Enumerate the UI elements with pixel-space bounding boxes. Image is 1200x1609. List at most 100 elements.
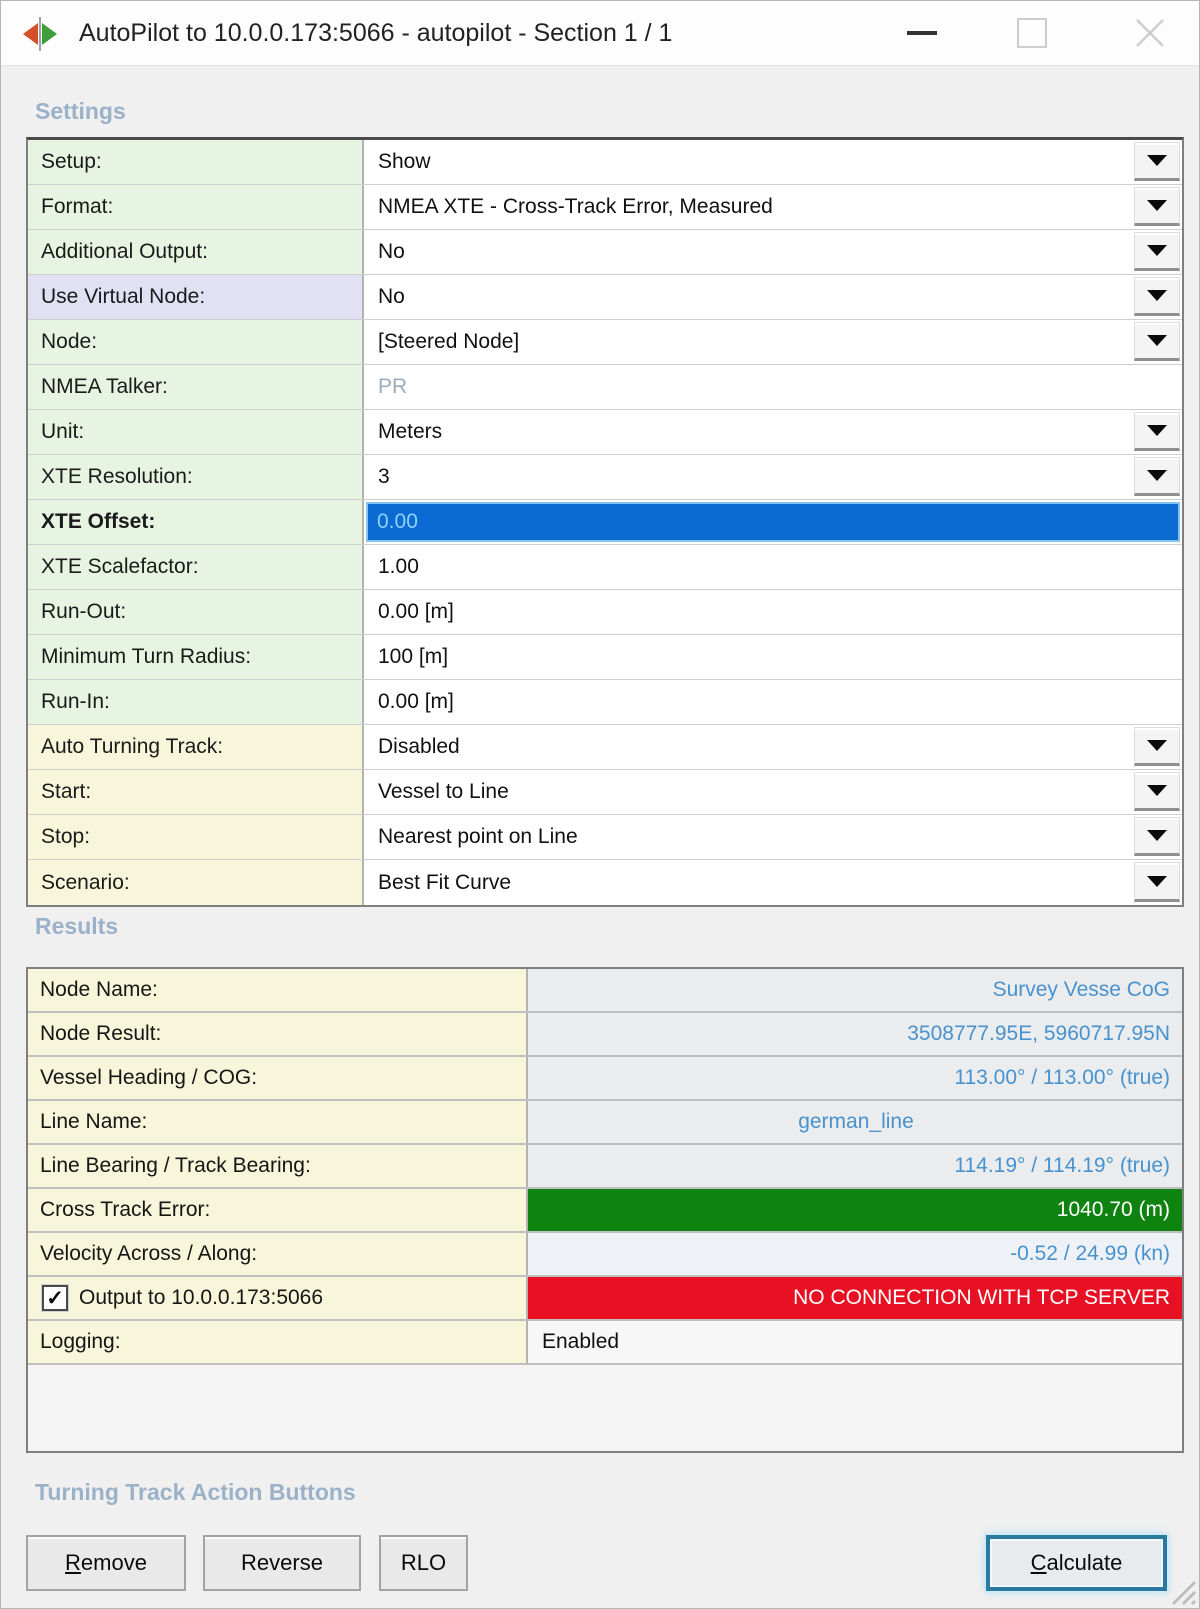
settings-value-text: Disabled [378, 735, 460, 758]
results-row-label: Node Name: [28, 969, 528, 1011]
chevron-down-icon [1147, 425, 1167, 436]
settings-row-label: Setup: [28, 140, 364, 184]
chevron-down-icon [1147, 470, 1167, 481]
chevron-down-icon [1147, 155, 1167, 166]
dropdown-button[interactable] [1134, 277, 1180, 316]
settings-row-label: Format: [28, 185, 364, 229]
settings-value-text: 0.00 [m] [378, 690, 454, 713]
settings-row-label: Node: [28, 320, 364, 364]
autopilot-dialog-window: AutoPilot to 10.0.0.173:5066 - autopilot… [0, 0, 1200, 1609]
settings-row-value[interactable]: 100 [m] [364, 635, 1182, 679]
dropdown-button[interactable] [1134, 772, 1180, 811]
settings-row-value[interactable]: No [364, 230, 1182, 274]
settings-group-header: Settings [35, 98, 126, 124]
results-row-value: 113.00° / 113.00° (true) [528, 1057, 1182, 1099]
reverse-button[interactable]: Reverse [203, 1535, 361, 1591]
settings-value-text: 3 [378, 465, 390, 488]
results-row-label: Cross Track Error: [28, 1189, 528, 1231]
settings-row: Use Virtual Node: No [28, 275, 1182, 320]
results-row-value: Enabled [528, 1321, 1182, 1363]
settings-row-value[interactable]: 0.00 [m] [364, 590, 1182, 634]
dropdown-button[interactable] [1134, 412, 1180, 451]
settings-value-text: 1.00 [378, 555, 419, 578]
remove-button[interactable]: Remove [26, 1535, 186, 1591]
results-table: Node Name: Survey Vesse CoG Node Result: 35… [26, 967, 1184, 1453]
settings-row-label: Run-Out: [28, 590, 364, 634]
results-row: Line Bearing / Track Bearing: 114.19° / 1… [28, 1145, 1182, 1189]
settings-value-text: Show [378, 150, 431, 173]
results-row-label: Node Result: [28, 1013, 528, 1055]
settings-row: Unit: Meters [28, 410, 1182, 455]
settings-value-text: No [378, 240, 405, 263]
dropdown-button[interactable] [1134, 187, 1180, 226]
settings-row-value[interactable]: Meters [364, 410, 1182, 454]
minimize-icon [907, 31, 937, 35]
settings-row-label: Scenario: [28, 860, 364, 905]
close-button[interactable] [1119, 1, 1181, 65]
selected-text-field[interactable]: 0.00 [366, 502, 1180, 542]
chevron-down-icon [1147, 875, 1167, 887]
settings-row: Run-Out: 0.00 [m] [28, 590, 1182, 635]
settings-row-value[interactable]: 0.00 [m] [364, 680, 1182, 724]
settings-row-label: NMEA Talker: [28, 365, 364, 409]
settings-row-value[interactable]: Best Fit Curve [364, 860, 1182, 905]
settings-row: Format: NMEA XTE - Cross-Track Error, Mea… [28, 185, 1182, 230]
settings-row-value[interactable]: Nearest point on Line [364, 815, 1182, 859]
results-row: Node Result: 3508777.95E, 5960717.95N [28, 1013, 1182, 1057]
results-row: Node Name: Survey Vesse CoG [28, 969, 1182, 1013]
results-group-header: Results [35, 913, 119, 939]
settings-row: Start: Vessel to Line [28, 770, 1182, 815]
calculate-button[interactable]: Calculate [986, 1535, 1167, 1591]
settings-row-value[interactable]: Show [364, 140, 1182, 184]
settings-value-text: Vessel to Line [378, 780, 509, 803]
chevron-down-icon [1147, 200, 1167, 211]
settings-row-value[interactable]: Vessel to Line [364, 770, 1182, 814]
settings-row-label: Start: [28, 770, 364, 814]
dropdown-button[interactable] [1134, 232, 1180, 271]
results-row-value: 3508777.95E, 5960717.95N [528, 1013, 1182, 1055]
settings-row-label: XTE Resolution: [28, 455, 364, 499]
settings-row-value[interactable]: Disabled [364, 725, 1182, 769]
maximize-button [1001, 1, 1063, 65]
minimize-button[interactable] [891, 1, 953, 65]
results-row-value: NO CONNECTION WITH TCP SERVER [528, 1277, 1182, 1319]
settings-value-text: 100 [m] [378, 645, 449, 668]
title-bar: AutoPilot to 10.0.0.173:5066 - autopilot… [1, 1, 1199, 66]
resize-grip-icon[interactable] [1161, 1570, 1197, 1606]
settings-row: XTE Offset: 0.00 [28, 500, 1182, 545]
settings-row-label: Stop: [28, 815, 364, 859]
settings-row-label: Auto Turning Track: [28, 725, 364, 769]
settings-value-text: Best Fit Curve [378, 870, 512, 894]
results-row: Cross Track Error: 1040.70 (m) [28, 1189, 1182, 1233]
output-checkbox[interactable]: ✓ [42, 1285, 68, 1311]
dropdown-button[interactable] [1134, 817, 1180, 856]
results-row-value: -0.52 / 24.99 (kn) [528, 1233, 1182, 1275]
results-row-label: Logging: [28, 1321, 528, 1363]
settings-row: Minimum Turn Radius: 100 [m] [28, 635, 1182, 680]
settings-row-value[interactable]: 1.00 [364, 545, 1182, 589]
settings-value-text: Meters [378, 420, 443, 443]
dropdown-button[interactable] [1134, 142, 1180, 181]
button-label: RLO [400, 1550, 447, 1575]
results-row: Logging: Enabled [28, 1321, 1182, 1365]
rlo-button[interactable]: RLO [379, 1535, 468, 1591]
settings-row-value[interactable]: [Steered Node] [364, 320, 1182, 364]
settings-row-value[interactable]: 0.00 [364, 500, 1182, 544]
results-empty-area [28, 1365, 1182, 1451]
settings-row: XTE Resolution: 3 [28, 455, 1182, 500]
dropdown-button[interactable] [1134, 457, 1180, 496]
chevron-down-icon [1147, 245, 1167, 256]
settings-row-value[interactable]: No [364, 275, 1182, 319]
results-row-value: 1040.70 (m) [528, 1189, 1182, 1231]
settings-row-value[interactable]: 3 [364, 455, 1182, 499]
settings-row-value[interactable]: NMEA XTE - Cross-Track Error, Measured [364, 185, 1182, 229]
dropdown-button[interactable] [1134, 322, 1180, 361]
results-row-label: Line Bearing / Track Bearing: [28, 1145, 528, 1187]
settings-value-text: Nearest point on Line [378, 825, 578, 848]
close-icon [1136, 19, 1164, 47]
settings-row: Stop: Nearest point on Line [28, 815, 1182, 860]
dropdown-button[interactable] [1134, 727, 1180, 766]
chevron-down-icon [1147, 335, 1167, 346]
dropdown-button[interactable] [1134, 862, 1180, 902]
maximize-icon [1017, 18, 1047, 48]
